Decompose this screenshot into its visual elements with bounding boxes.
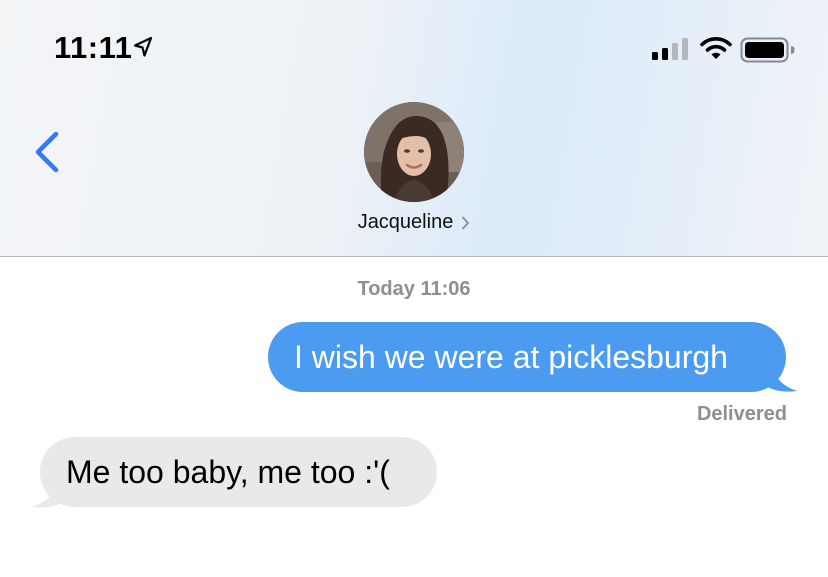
wifi-icon: [700, 37, 732, 59]
message-bubble-received[interactable]: Me too baby, me too :'(: [40, 437, 437, 507]
message-bubble-sent[interactable]: I wish we were at picklesburgh: [268, 322, 786, 392]
back-button[interactable]: [30, 128, 66, 178]
delivery-status: Delivered: [696, 403, 787, 425]
contact-name-button[interactable]: Jacqueline: [0, 211, 828, 234]
conversation-header: 11:11 Jacqueline: [0, 0, 828, 257]
avatar-photo: [364, 102, 464, 202]
chevron-right-icon: [462, 216, 470, 230]
cellular-signal-icon: [652, 38, 688, 60]
status-time: 11:11: [54, 30, 133, 65]
conversation-timestamp: Today 11:06: [357, 278, 471, 300]
chevron-left-icon: [35, 131, 59, 173]
contact-name: Jacqueline: [357, 211, 454, 233]
battery-icon: [740, 37, 795, 63]
contact-avatar[interactable]: [364, 102, 464, 202]
location-arrow-icon: [133, 36, 153, 57]
